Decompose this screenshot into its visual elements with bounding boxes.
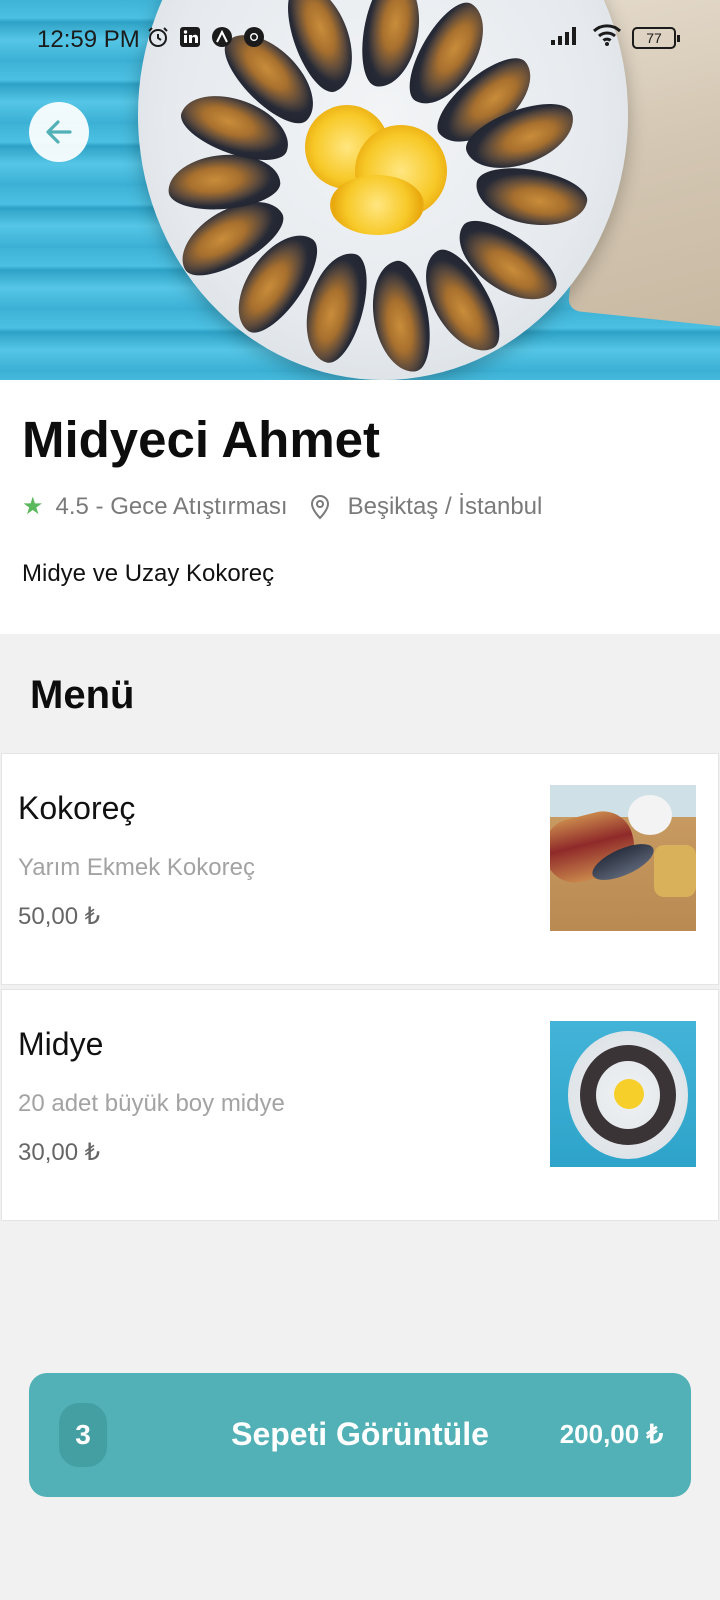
- restaurant-location: Beşiktaş / İstanbul: [347, 492, 543, 520]
- menu-heading: Menü: [30, 673, 135, 717]
- star-icon: ★: [22, 493, 44, 520]
- restaurant-info: Midyeci Ahmet ★ 4.5 - Gece Atıştırması B…: [0, 380, 720, 634]
- menu-item-price: 50,00 ₺: [18, 903, 100, 930]
- menu-item-price: 30,00 ₺: [18, 1139, 100, 1166]
- alarm-icon: [146, 25, 170, 49]
- menu-item-name: Midye: [18, 1026, 104, 1062]
- app-icon: [210, 25, 234, 49]
- status-bar: 12:59 PM 77: [0, 0, 720, 78]
- cart-total: 200,00 ₺: [559, 1419, 663, 1449]
- arrow-left-icon: [46, 120, 72, 144]
- menu-item[interactable]: Midye 20 adet büyük boy midye 30,00 ₺: [1, 989, 719, 1221]
- menu-item-name: Kokoreç: [18, 790, 136, 826]
- wifi-icon: [592, 24, 622, 51]
- location-pin-icon: [308, 494, 332, 520]
- menu-item-description: 20 adet büyük boy midye: [18, 1090, 285, 1117]
- lemon-decoration: [330, 175, 424, 235]
- status-time: 12:59 PM: [37, 26, 140, 53]
- menu-item[interactable]: Kokoreç Yarım Ekmek Kokoreç 50,00 ₺: [1, 753, 719, 985]
- chrome-icon: [242, 25, 266, 49]
- back-button[interactable]: [29, 102, 89, 162]
- signal-icon: [550, 24, 582, 51]
- battery-icon: 77: [632, 26, 680, 49]
- linkedin-icon: [178, 25, 202, 49]
- hero-image: 12:59 PM 77: [0, 0, 720, 380]
- menu-item-image: [550, 1021, 696, 1167]
- menu-item-image: [550, 785, 696, 931]
- restaurant-name: Midyeci Ahmet: [22, 411, 381, 468]
- restaurant-description: Midye ve Uzay Kokoreç: [22, 560, 275, 587]
- rating-category: 4.5 - Gece Atıştırması: [55, 492, 288, 520]
- menu-item-description: Yarım Ekmek Kokoreç: [18, 854, 255, 881]
- restaurant-meta: ★ 4.5 - Gece Atıştırması Beşiktaş / İsta…: [22, 492, 542, 521]
- view-cart-button[interactable]: 3 Sepeti Görüntüle 200,00 ₺: [29, 1373, 691, 1497]
